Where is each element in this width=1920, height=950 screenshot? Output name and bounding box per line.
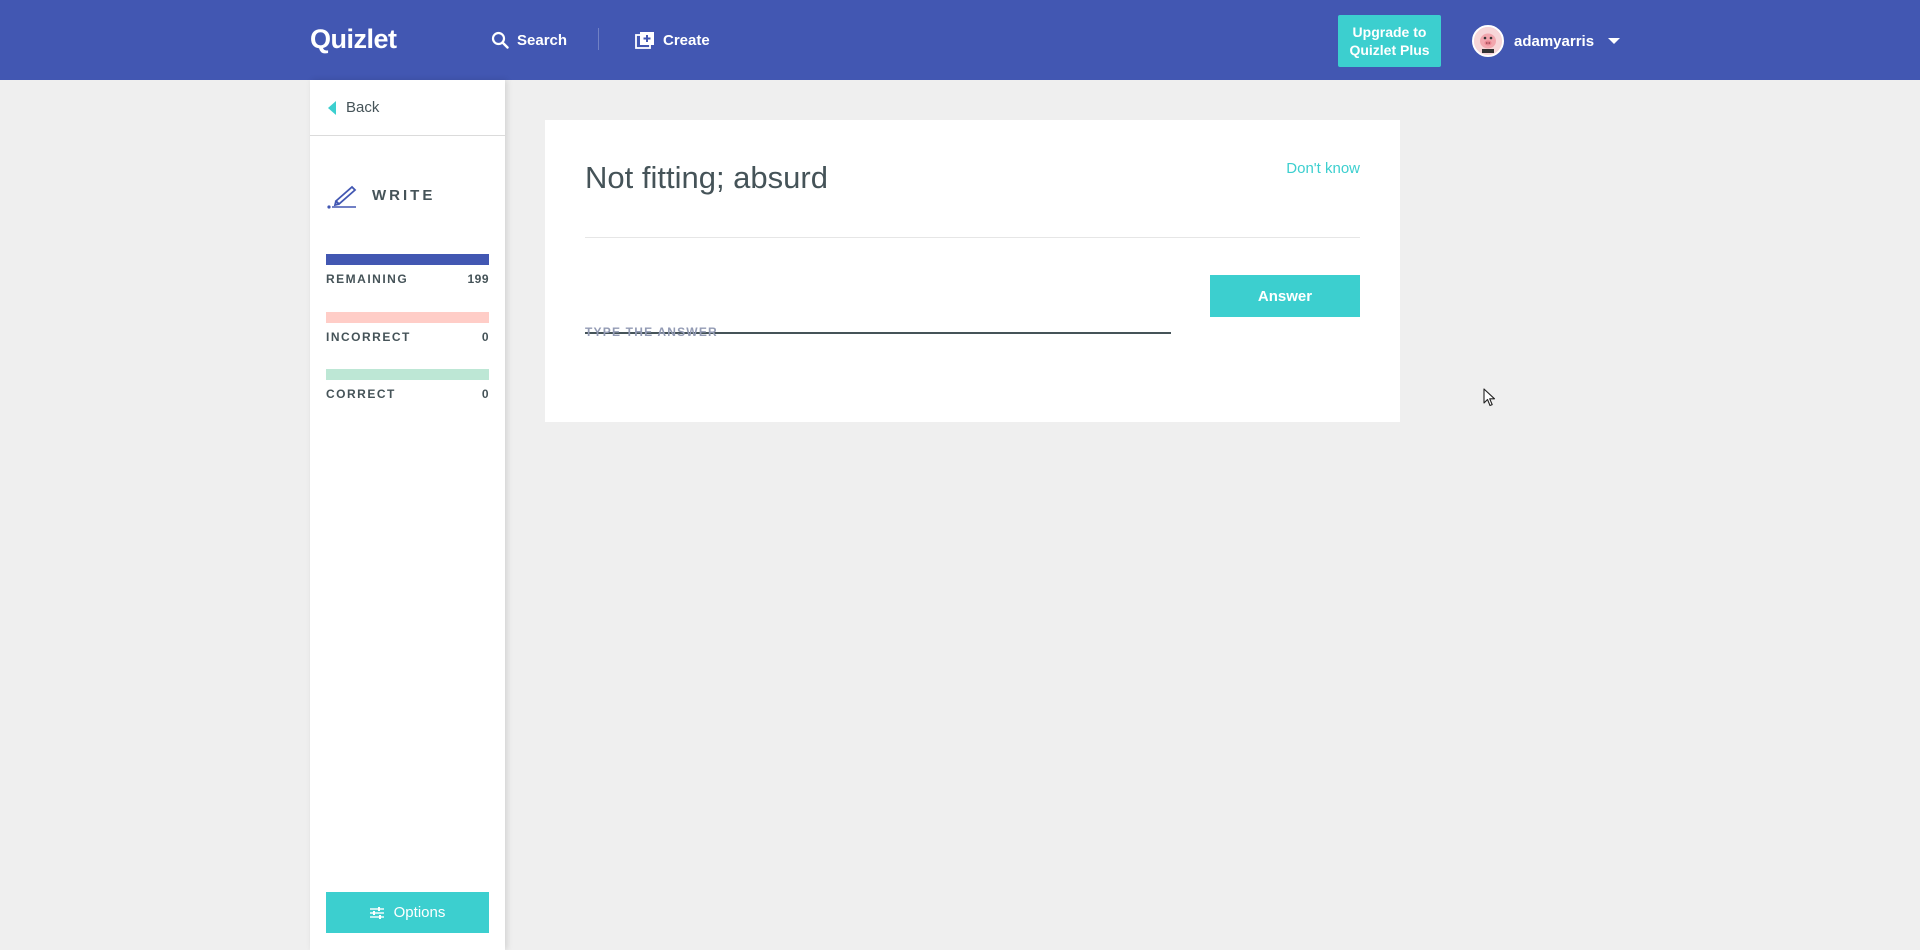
sliders-icon — [369, 906, 384, 919]
answer-button[interactable]: Answer — [1210, 275, 1360, 317]
progress-remaining: REMAINING 199 — [326, 254, 489, 286]
input-hint: TYPE THE ANSWER — [585, 325, 718, 339]
username: adamyarris — [1514, 32, 1595, 50]
options-label: Options — [393, 904, 446, 921]
progress-bar-remaining — [326, 254, 489, 265]
back-label: Back — [346, 99, 380, 116]
study-sidebar: Back WRITE REMAINING 199 INCORRECT 0 COR… — [310, 80, 505, 950]
create-plus-icon — [635, 32, 654, 49]
back-button[interactable]: Back — [310, 80, 505, 136]
upgrade-line1: Upgrade to — [1352, 24, 1427, 40]
progress-incorrect: INCORRECT 0 — [326, 312, 489, 344]
create-label: Create — [663, 31, 710, 49]
user-menu[interactable]: adamyarris — [1472, 24, 1621, 58]
mouse-cursor-icon — [1483, 388, 1497, 413]
pig-avatar-icon — [1474, 27, 1502, 55]
search-label: Search — [517, 31, 568, 49]
search-icon — [491, 31, 509, 49]
progress-bar-correct — [326, 369, 489, 380]
upgrade-line2: Quizlet Plus — [1349, 42, 1430, 58]
progress-count: 0 — [481, 330, 489, 344]
options-button[interactable]: Options — [326, 892, 489, 933]
progress-count: 0 — [481, 387, 489, 401]
top-navigation-bar: Quizlet Search Create Upgrade to Quizlet… — [0, 0, 1920, 80]
nav-divider — [598, 28, 599, 50]
dont-know-link[interactable]: Don't know — [1286, 160, 1360, 177]
upgrade-quizlet-plus-button[interactable]: Upgrade to Quizlet Plus — [1338, 15, 1441, 67]
write-pen-icon — [327, 185, 357, 209]
term-prompt: Not fitting; absurd — [585, 160, 828, 195]
progress-count: 199 — [467, 272, 489, 286]
question-card: Not fitting; absurd Don't know TYPE THE … — [545, 120, 1400, 422]
avatar — [1472, 25, 1504, 57]
progress-correct: CORRECT 0 — [326, 369, 489, 401]
mode-label: WRITE — [372, 186, 436, 204]
progress-label: INCORRECT — [326, 330, 411, 344]
progress-bar-incorrect — [326, 312, 489, 323]
create-nav-button[interactable]: Create — [635, 28, 710, 52]
progress-label: CORRECT — [326, 387, 396, 401]
back-arrow-icon — [328, 100, 336, 115]
chevron-down-icon — [1608, 38, 1621, 44]
card-divider — [585, 237, 1360, 238]
study-mode-header: WRITE — [326, 181, 435, 209]
progress-label: REMAINING — [326, 272, 409, 286]
quizlet-logo[interactable]: Quizlet — [310, 24, 397, 55]
search-nav-button[interactable]: Search — [491, 28, 567, 52]
